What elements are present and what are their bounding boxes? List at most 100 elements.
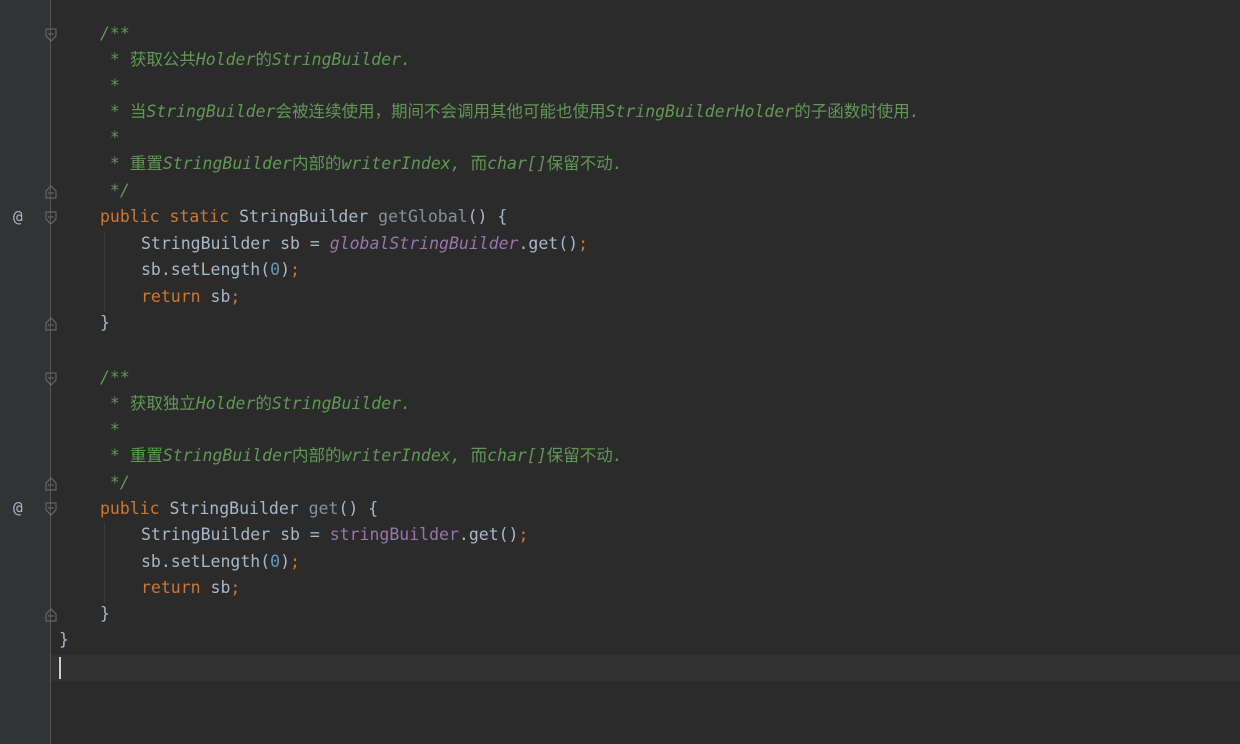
code-line[interactable]: * 重置StringBuilder内部的writerIndex, 而char[]… <box>100 443 623 469</box>
comment-text: 内部的 <box>291 446 342 465</box>
comment-text: 内部的 <box>291 154 342 173</box>
keyword: public <box>100 207 160 226</box>
code-line[interactable]: * 获取公共Holder的StringBuilder. <box>100 47 411 73</box>
code-line[interactable]: } <box>100 601 110 627</box>
keyword: return <box>141 578 201 597</box>
comment-text: 的 <box>255 394 272 413</box>
keyword: return <box>141 287 201 306</box>
type-name: StringBuilder <box>239 207 369 226</box>
comment-text: char[] <box>487 446 547 465</box>
fold-end-icon[interactable] <box>45 317 57 331</box>
comment-text: * <box>100 394 130 413</box>
code-line[interactable]: return sb; <box>141 575 240 601</box>
code-text: .get() <box>458 525 519 544</box>
code-line[interactable]: /** <box>100 365 130 391</box>
comment-text: 保留不动 <box>546 154 613 173</box>
comment-text: StringBuilder. <box>271 50 411 69</box>
comment-text: * <box>100 154 130 173</box>
comment-text: 会被连续使用，期间不会调用其他可能也使用 <box>275 102 606 121</box>
code-line[interactable]: sb.setLength(0); <box>141 257 300 283</box>
code-text: sb.setLength( <box>141 260 271 279</box>
comment-text: 重置 <box>129 446 163 465</box>
comment-text: 而 <box>470 446 488 465</box>
comment-text: * <box>100 446 130 465</box>
code-line[interactable]: StringBuilder sb = globalStringBuilder.g… <box>141 231 588 257</box>
code-line[interactable]: /** <box>100 21 130 47</box>
code-text: .get() <box>518 234 579 253</box>
code-text: ) <box>280 552 291 571</box>
comment-text: StringBuilder. <box>271 394 411 413</box>
code-text: sb <box>200 287 231 306</box>
indent-guide <box>104 232 105 312</box>
code-line[interactable]: */ <box>100 178 130 204</box>
code-line[interactable]: } <box>100 310 110 336</box>
code-line[interactable]: * 当StringBuilder会被连续使用，期间不会调用其他可能也使用Stri… <box>100 99 920 125</box>
comment-text: StringBuilder <box>162 154 292 173</box>
current-line-highlight <box>51 655 1240 681</box>
code-line[interactable]: StringBuilder sb = stringBuilder.get(); <box>141 522 528 548</box>
editor-gutter[interactable] <box>0 0 50 744</box>
text-caret <box>59 657 61 679</box>
code-text: ) <box>280 260 291 279</box>
comment-text: StringBuilderHolder <box>605 102 795 121</box>
instance-field: stringBuilder <box>329 525 459 544</box>
indent-guide <box>104 523 105 603</box>
type-name: StringBuilder <box>169 499 299 518</box>
comment-text: 而 <box>470 154 488 173</box>
comment-text: char[] <box>487 154 547 173</box>
semicolon: ; <box>290 260 300 279</box>
comment-text: * <box>100 128 120 147</box>
code-line[interactable]: * <box>100 417 120 443</box>
override-marker-icon[interactable]: @ <box>13 499 23 517</box>
close-brace: } <box>100 604 110 623</box>
doc-comment-open: /** <box>100 368 130 387</box>
comment-text: . <box>612 446 623 465</box>
code-text: () { <box>338 499 379 518</box>
fold-start-icon[interactable] <box>45 372 57 386</box>
fold-start-icon[interactable] <box>45 211 57 225</box>
code-editor[interactable]: @ @ /** * 获取公共Holder的StringBuilder. * * … <box>0 0 1240 744</box>
code-line[interactable]: return sb; <box>141 284 240 310</box>
code-line[interactable]: */ <box>100 470 130 496</box>
code-line[interactable]: sb.setLength(0); <box>141 549 300 575</box>
comment-text: 当 <box>129 102 147 121</box>
doc-comment-close: */ <box>100 473 130 492</box>
method-name: getGlobal <box>378 207 468 226</box>
number-literal: 0 <box>270 260 281 279</box>
comment-text: StringBuilder <box>162 446 292 465</box>
code-text: sb.setLength( <box>141 552 271 571</box>
comment-text: . <box>909 102 920 121</box>
comment-text: * <box>100 420 120 439</box>
comment-text: 的 <box>255 50 272 69</box>
comment-text: 获取独立 <box>129 394 196 413</box>
comment-text: * <box>100 76 120 95</box>
fold-end-icon[interactable] <box>45 185 57 199</box>
fold-start-icon[interactable] <box>45 502 57 516</box>
semicolon: ; <box>290 552 300 571</box>
code-line[interactable]: * 获取独立Holder的StringBuilder. <box>100 391 411 417</box>
code-line[interactable]: } <box>59 627 69 653</box>
static-field: globalStringBuilder <box>329 234 519 253</box>
code-line[interactable]: public StringBuilder get() { <box>100 496 378 522</box>
code-line[interactable]: * <box>100 125 120 151</box>
code-text: StringBuilder sb = <box>141 525 330 544</box>
override-marker-icon[interactable]: @ <box>13 208 23 226</box>
comment-text: writerIndex, <box>341 446 471 465</box>
keyword: public <box>100 499 160 518</box>
method-name: get <box>308 499 339 518</box>
comment-text: * <box>100 50 130 69</box>
code-line[interactable]: * <box>100 73 120 99</box>
fold-end-icon[interactable] <box>45 477 57 491</box>
semicolon: ; <box>230 578 241 597</box>
comment-text: . <box>612 154 623 173</box>
keyword: static <box>169 207 230 226</box>
fold-end-icon[interactable] <box>45 608 57 622</box>
close-brace: } <box>100 313 110 332</box>
comment-text: 获取公共 <box>129 50 196 69</box>
fold-start-icon[interactable] <box>45 28 57 42</box>
semicolon: ; <box>230 287 241 306</box>
code-line[interactable]: public static StringBuilder getGlobal() … <box>100 204 507 230</box>
code-text: StringBuilder sb = <box>141 234 330 253</box>
semicolon: ; <box>578 234 589 253</box>
code-line[interactable]: * 重置StringBuilder内部的writerIndex, 而char[]… <box>100 151 623 177</box>
